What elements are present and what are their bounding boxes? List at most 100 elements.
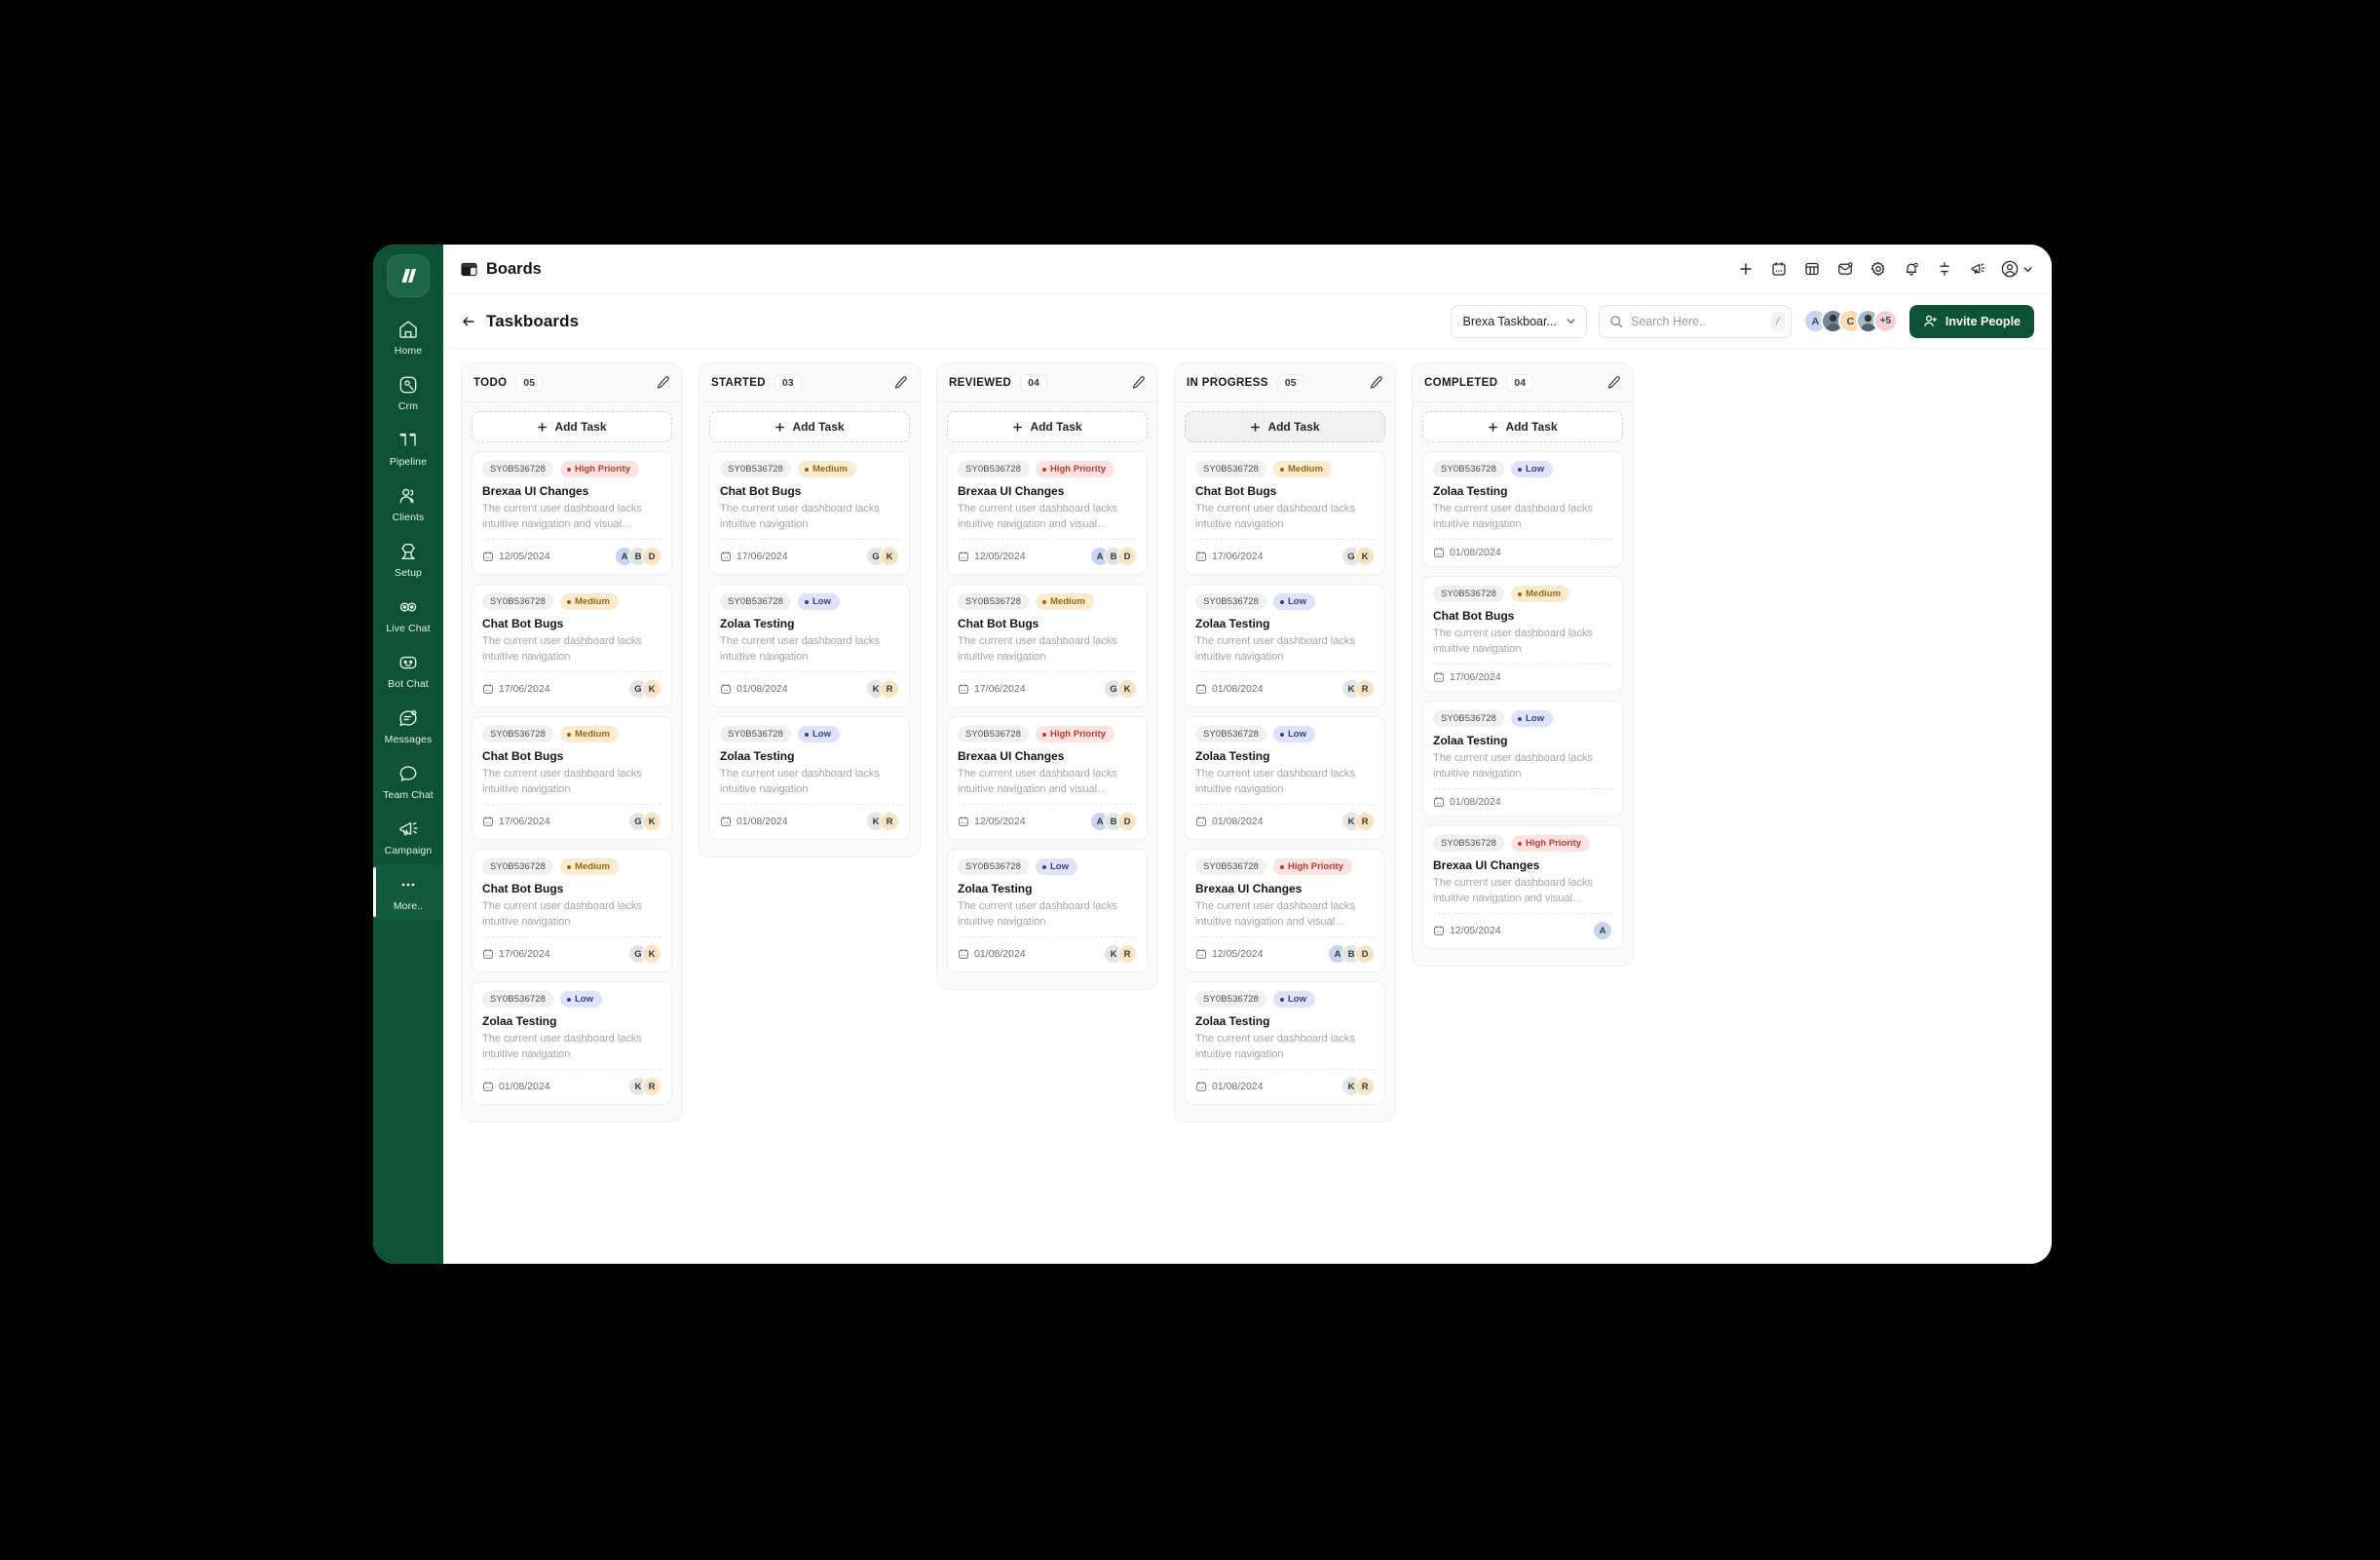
- sidebar-item-messages[interactable]: Messages: [373, 698, 443, 753]
- task-id-badge: SY0B536728: [482, 461, 553, 477]
- task-card[interactable]: SY0B536728 Medium Chat Bot Bugs The current…: [947, 584, 1148, 707]
- sidebar-item-crm[interactable]: Crm: [373, 364, 443, 420]
- card-avatar[interactable]: A: [1593, 921, 1612, 940]
- priority-dot-icon: [805, 732, 809, 737]
- task-card[interactable]: SY0B536728 Medium Chat Bot Bugs The current…: [1185, 451, 1385, 575]
- card-avatar[interactable]: K: [880, 547, 899, 566]
- calendar-icon: [958, 551, 969, 562]
- task-card[interactable]: SY0B536728 Medium Chat Bot Bugs The current…: [1422, 576, 1623, 692]
- calendar-button[interactable]: [1764, 254, 1794, 284]
- board-scroll-area[interactable]: TODO 05 Add Task SY0B536728 High Priority Bre…: [443, 349, 2052, 1264]
- card-avatar[interactable]: R: [1355, 1077, 1375, 1096]
- brexa-logo-icon[interactable]: [387, 254, 430, 297]
- avatar[interactable]: +5: [1872, 309, 1898, 333]
- task-card[interactable]: SY0B536728 Medium Chat Bot Bugs The current…: [472, 716, 672, 840]
- pencil-icon[interactable]: [1606, 375, 1621, 390]
- card-avatar[interactable]: K: [1355, 547, 1375, 566]
- card-due-date: 17/06/2024: [1195, 551, 1264, 562]
- card-avatar[interactable]: K: [642, 812, 661, 831]
- card-assignees: KR: [866, 679, 899, 699]
- priority-badge: Low: [560, 991, 602, 1008]
- filter-button[interactable]: [1930, 254, 1959, 284]
- card-avatar[interactable]: D: [1117, 547, 1137, 566]
- card-avatar[interactable]: K: [642, 944, 661, 964]
- card-avatar[interactable]: R: [880, 679, 899, 699]
- sidebar-item-live-chat[interactable]: Live Chat: [373, 587, 443, 642]
- mail-button[interactable]: [1831, 254, 1860, 284]
- pencil-icon[interactable]: [893, 375, 908, 390]
- pencil-icon[interactable]: [656, 375, 670, 390]
- search-box[interactable]: /: [1598, 304, 1792, 338]
- arrow-left-icon[interactable]: [461, 314, 476, 329]
- pencil-icon[interactable]: [1369, 375, 1383, 390]
- task-card[interactable]: SY0B536728 High Priority Brexaa UI Changes…: [1185, 849, 1385, 972]
- task-card[interactable]: SY0B536728 High Priority Brexaa UI Changes…: [947, 716, 1148, 840]
- task-card[interactable]: SY0B536728 Low Zolaa Testing The current us…: [1422, 701, 1623, 817]
- card-avatar[interactable]: D: [642, 547, 661, 566]
- card-description: The current user dashboard lacks intuiti…: [1195, 503, 1355, 530]
- sidebar-item-home[interactable]: Home: [373, 309, 443, 364]
- table-button[interactable]: [1797, 254, 1827, 284]
- task-card[interactable]: SY0B536728 Low Zolaa Testing The current us…: [709, 716, 910, 840]
- settings-button[interactable]: [1864, 254, 1893, 284]
- card-assignees: GK: [628, 679, 661, 699]
- board-selector[interactable]: Brexa Taskboar...: [1450, 304, 1587, 338]
- add-task-button[interactable]: Add Task: [1422, 411, 1623, 442]
- task-card[interactable]: SY0B536728 Low Zolaa Testing The current us…: [1185, 716, 1385, 840]
- add-task-button[interactable]: Add Task: [472, 411, 672, 442]
- card-avatar[interactable]: R: [642, 1077, 661, 1096]
- board-column-completed: COMPLETED 04 Add Task SY0B536728 Low Zolaa Te…: [1412, 362, 1634, 967]
- priority-dot-icon: [1280, 467, 1284, 472]
- card-due-date: 12/05/2024: [1195, 948, 1264, 960]
- task-card[interactable]: SY0B536728 Low Zolaa Testing The current us…: [709, 584, 910, 707]
- task-card[interactable]: SY0B536728 High Priority Brexaa UI Changes…: [472, 451, 672, 575]
- pencil-icon[interactable]: [1131, 375, 1146, 390]
- sidebar-item-campaign[interactable]: Campaign: [373, 809, 443, 864]
- profile-menu[interactable]: [1996, 254, 2036, 284]
- sidebar-item-team-chat[interactable]: Team Chat: [373, 753, 443, 809]
- add-button[interactable]: [1731, 254, 1760, 284]
- search-input[interactable]: [1630, 314, 1763, 328]
- task-card[interactable]: SY0B536728 Low Zolaa Testing The current us…: [1185, 584, 1385, 707]
- member-avatars[interactable]: A C +5: [1802, 309, 1898, 333]
- invite-people-button[interactable]: Invite People: [1908, 304, 2034, 338]
- task-card[interactable]: SY0B536728 Low Zolaa Testing The current us…: [1422, 451, 1623, 567]
- card-avatar[interactable]: R: [880, 812, 899, 831]
- card-avatar[interactable]: R: [1355, 679, 1375, 699]
- task-card[interactable]: SY0B536728 Medium Chat Bot Bugs The current…: [709, 451, 910, 575]
- sidebar-item-bot-chat[interactable]: Bot Chat: [373, 642, 443, 698]
- announcement-button[interactable]: [1963, 254, 1992, 284]
- add-task-button[interactable]: Add Task: [709, 411, 910, 442]
- sidebar-item-pipeline[interactable]: Pipeline: [373, 420, 443, 476]
- card-avatar[interactable]: R: [1355, 812, 1375, 831]
- priority-badge: High Priority: [560, 461, 640, 477]
- invite-people-label: Invite People: [1945, 314, 2021, 328]
- add-task-button[interactable]: Add Task: [947, 411, 1148, 442]
- sidebar-item-setup[interactable]: Setup: [373, 531, 443, 587]
- task-card[interactable]: SY0B536728 Low Zolaa Testing The current us…: [472, 981, 672, 1105]
- card-tags: SY0B536728 Low: [1433, 710, 1612, 727]
- card-description: The current user dashboard lacks intuiti…: [720, 635, 880, 663]
- card-avatar[interactable]: K: [642, 679, 661, 699]
- column-title: TODO: [473, 376, 508, 389]
- task-card[interactable]: SY0B536728 Low Zolaa Testing The current us…: [1185, 981, 1385, 1105]
- card-avatar[interactable]: K: [1117, 679, 1137, 699]
- card-avatar[interactable]: R: [1117, 944, 1137, 964]
- card-title: Brexaa UI Changes: [1195, 882, 1303, 895]
- task-card[interactable]: SY0B536728 High Priority Brexaa UI Changes…: [947, 451, 1148, 575]
- add-task-button[interactable]: Add Task: [1185, 411, 1385, 442]
- sidebar-item-clients[interactable]: Clients: [373, 476, 443, 531]
- back-to-boards[interactable]: Taskboards: [461, 312, 579, 331]
- card-avatar[interactable]: D: [1117, 812, 1137, 831]
- task-card[interactable]: SY0B536728 Low Zolaa Testing The current us…: [947, 849, 1148, 972]
- card-title: Chat Bot Bugs: [482, 749, 564, 763]
- notifications-button[interactable]: [1897, 254, 1926, 284]
- card-avatar[interactable]: D: [1355, 944, 1375, 964]
- calendar-icon: [482, 551, 494, 562]
- sidebar-item-more[interactable]: More..: [373, 864, 443, 920]
- add-task-label: Add Task: [554, 420, 607, 434]
- task-card[interactable]: SY0B536728 High Priority Brexaa UI Changes…: [1422, 825, 1623, 949]
- task-id-badge: SY0B536728: [720, 593, 791, 610]
- task-card[interactable]: SY0B536728 Medium Chat Bot Bugs The current…: [472, 849, 672, 972]
- task-card[interactable]: SY0B536728 Medium Chat Bot Bugs The current…: [472, 584, 672, 707]
